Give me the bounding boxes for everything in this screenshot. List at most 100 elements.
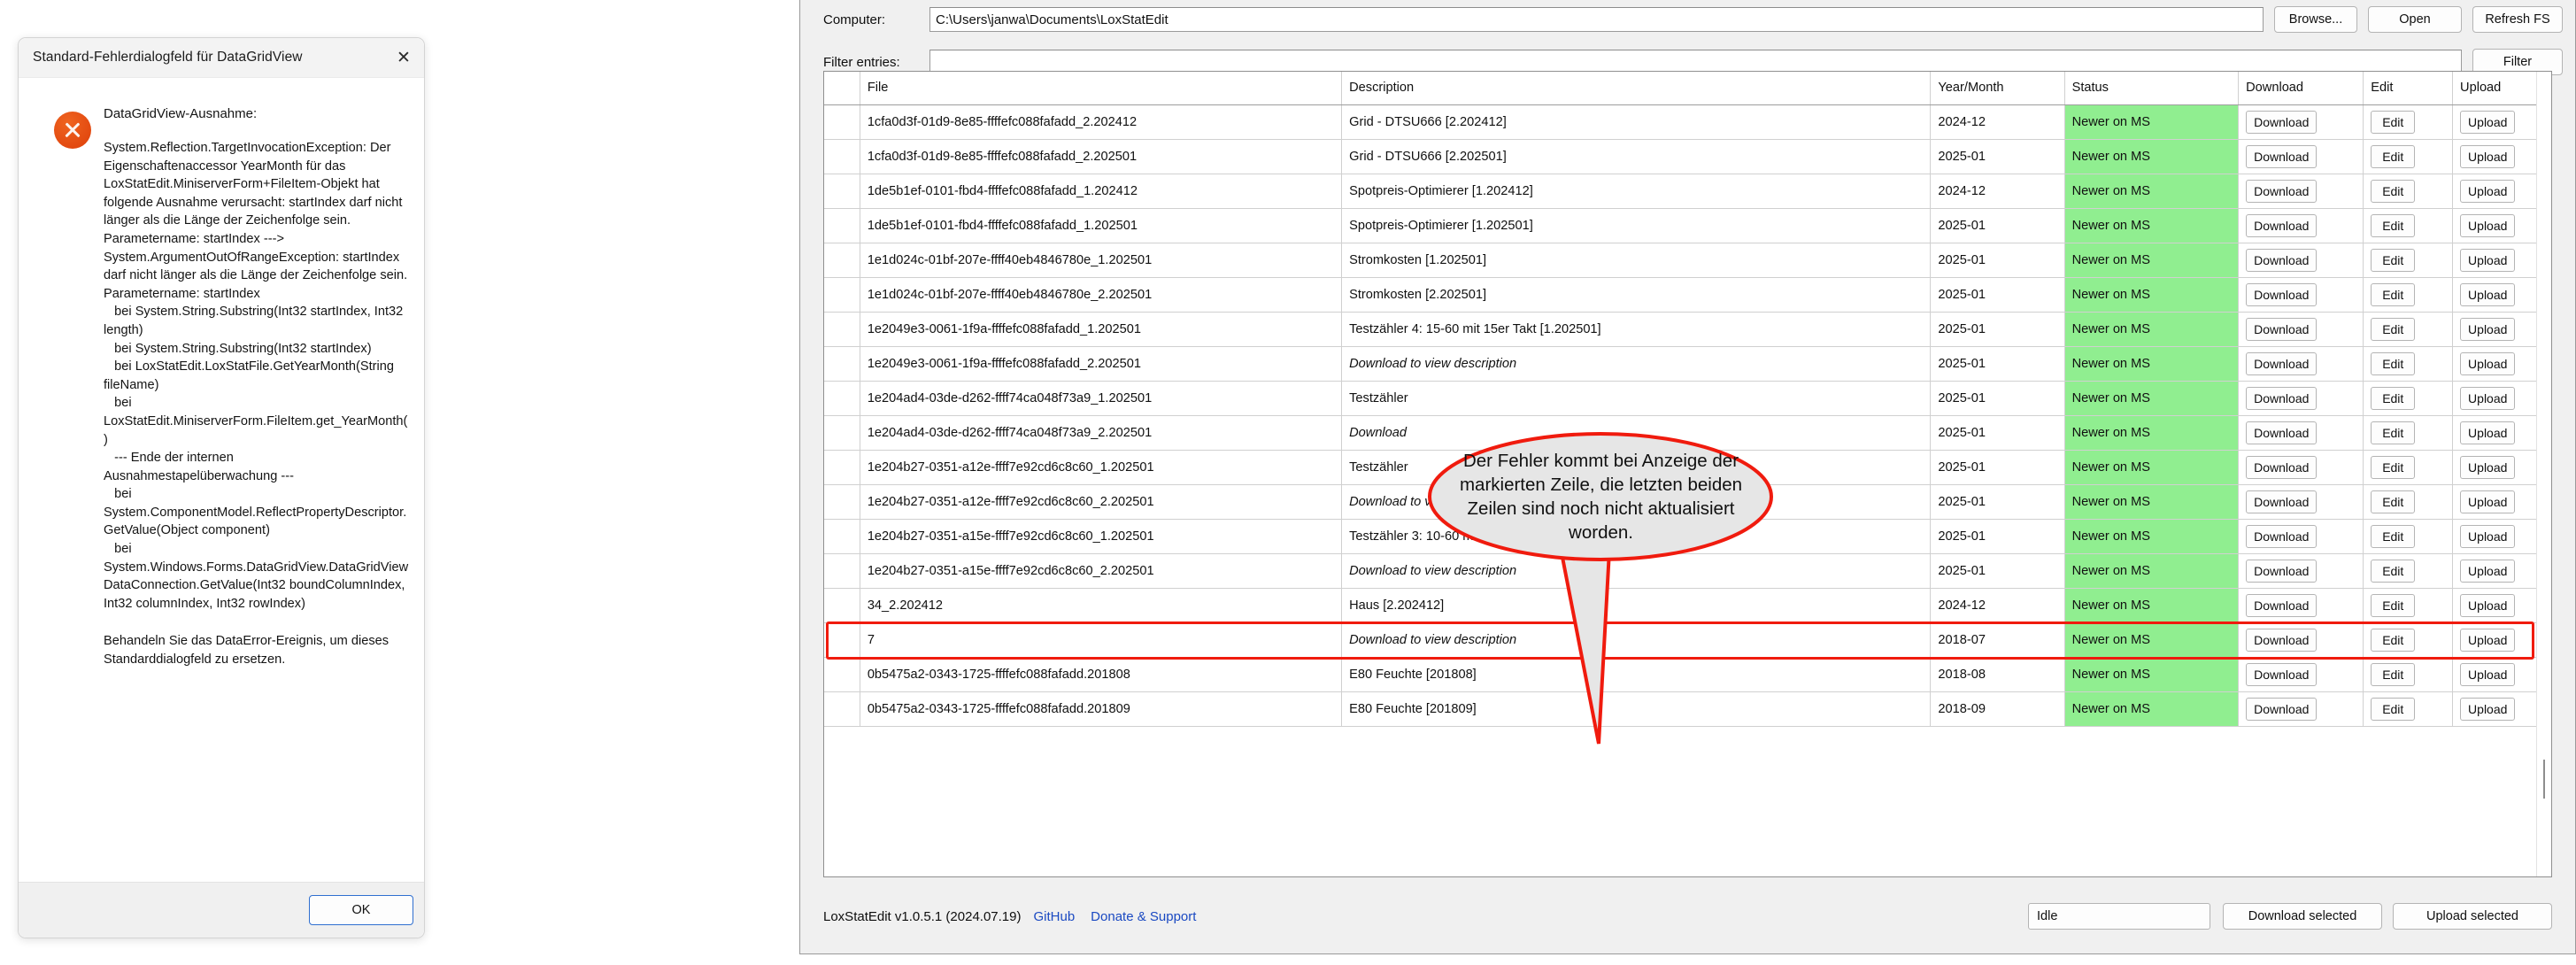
table-row[interactable]: 1e204b27-0351-a12e-ffff7e92cd6c8c60_2.20… bbox=[824, 484, 2551, 520]
cell-file[interactable]: 1e204ad4-03de-d262-ffff74ca048f73a9_1.20… bbox=[860, 381, 1343, 416]
table-row[interactable]: 34_2.202412 Haus [2.202412] 2024-12 Newer o… bbox=[824, 588, 2551, 623]
edit-button[interactable]: Edit bbox=[2371, 179, 2416, 203]
cell-year-month[interactable]: 2025-01 bbox=[1930, 139, 2065, 174]
edit-button[interactable]: Edit bbox=[2371, 248, 2416, 272]
edit-button[interactable]: Edit bbox=[2371, 282, 2416, 306]
cell-file[interactable]: 1de5b1ef-0101-fbd4-ffffefc088fafadd_1.20… bbox=[860, 174, 1343, 209]
row-select-cell[interactable] bbox=[824, 139, 860, 174]
cell-description[interactable]: Grid - DTSU666 [2.202501] bbox=[1341, 139, 1932, 174]
row-select-cell[interactable] bbox=[824, 450, 860, 485]
row-select-cell[interactable] bbox=[824, 622, 860, 658]
cell-year-month[interactable]: 2024-12 bbox=[1930, 174, 2065, 209]
edit-button[interactable]: Edit bbox=[2371, 593, 2416, 617]
cell-year-month[interactable]: 2025-01 bbox=[1930, 484, 2065, 520]
edit-button[interactable]: Edit bbox=[2371, 455, 2416, 479]
row-select-cell[interactable] bbox=[824, 243, 860, 278]
download-button[interactable]: Download bbox=[2246, 351, 2318, 375]
download-button[interactable]: Download bbox=[2246, 628, 2318, 652]
cell-year-month[interactable]: 2025-01 bbox=[1930, 346, 2065, 382]
download-button[interactable]: Download bbox=[2246, 455, 2318, 479]
cell-description[interactable]: Download to view de bbox=[1341, 484, 1932, 520]
download-button[interactable]: Download bbox=[2246, 662, 2318, 686]
cell-year-month[interactable]: 2024-12 bbox=[1930, 104, 2065, 140]
upload-button[interactable]: Upload bbox=[2460, 421, 2516, 444]
cell-description[interactable]: Stromkosten [2.202501] bbox=[1341, 277, 1932, 313]
row-select-cell[interactable] bbox=[824, 657, 860, 692]
edit-button[interactable]: Edit bbox=[2371, 490, 2416, 513]
cell-file[interactable]: 1e204ad4-03de-d262-ffff74ca048f73a9_2.20… bbox=[860, 415, 1343, 451]
computer-path-input[interactable]: C:\Users\janwa\Documents\LoxStatEdit bbox=[929, 7, 2264, 32]
edit-button[interactable]: Edit bbox=[2371, 351, 2416, 375]
download-button[interactable]: Download bbox=[2246, 110, 2318, 134]
row-select-cell[interactable] bbox=[824, 519, 860, 554]
row-select-cell[interactable] bbox=[824, 588, 860, 623]
download-button[interactable]: Download bbox=[2246, 524, 2318, 548]
browse-button[interactable]: Browse... bbox=[2274, 6, 2357, 33]
row-select-cell[interactable] bbox=[824, 208, 860, 243]
table-row[interactable]: 0b5475a2-0343-1725-ffffefc088fafadd.2018… bbox=[824, 691, 2551, 727]
upload-button[interactable]: Upload bbox=[2460, 179, 2516, 203]
edit-button[interactable]: Edit bbox=[2371, 697, 2416, 721]
download-button[interactable]: Download bbox=[2246, 490, 2318, 513]
cell-year-month[interactable]: 2025-01 bbox=[1930, 415, 2065, 451]
upload-button[interactable]: Upload bbox=[2460, 628, 2516, 652]
cell-file[interactable]: 34_2.202412 bbox=[860, 588, 1343, 623]
table-row[interactable]: 1e204b27-0351-a15e-ffff7e92cd6c8c60_1.20… bbox=[824, 519, 2551, 554]
cell-description[interactable]: Spotpreis-Optimierer [1.202501] bbox=[1341, 208, 1932, 243]
cell-file[interactable]: 1e204b27-0351-a12e-ffff7e92cd6c8c60_1.20… bbox=[860, 450, 1343, 485]
edit-button[interactable]: Edit bbox=[2371, 628, 2416, 652]
cell-year-month[interactable]: 2025-01 bbox=[1930, 312, 2065, 347]
edit-button[interactable]: Edit bbox=[2371, 386, 2416, 410]
upload-selected-button[interactable]: Upload selected bbox=[2393, 903, 2552, 930]
col-file[interactable]: File bbox=[860, 72, 1343, 105]
file-grid[interactable]: File Description Year/Month Status Downl… bbox=[823, 71, 2552, 877]
edit-button[interactable]: Edit bbox=[2371, 524, 2416, 548]
edit-button[interactable]: Edit bbox=[2371, 421, 2416, 444]
row-select-cell[interactable] bbox=[824, 346, 860, 382]
edit-button[interactable]: Edit bbox=[2371, 213, 2416, 237]
col-description[interactable]: Description bbox=[1341, 72, 1932, 105]
download-button[interactable]: Download bbox=[2246, 179, 2318, 203]
row-select-cell[interactable] bbox=[824, 381, 860, 416]
cell-file[interactable]: 0b5475a2-0343-1725-ffffefc088fafadd.2018… bbox=[860, 691, 1343, 727]
cell-year-month[interactable]: 2025-01 bbox=[1930, 519, 2065, 554]
upload-button[interactable]: Upload bbox=[2460, 490, 2516, 513]
open-button[interactable]: Open bbox=[2368, 6, 2462, 33]
row-select-cell[interactable] bbox=[824, 104, 860, 140]
cell-description[interactable]: Testzähler bbox=[1341, 381, 1932, 416]
download-button[interactable]: Download bbox=[2246, 248, 2318, 272]
download-button[interactable]: Download bbox=[2246, 282, 2318, 306]
upload-button[interactable]: Upload bbox=[2460, 317, 2516, 341]
table-row[interactable]: 1e1d024c-01bf-207e-ffff40eb4846780e_2.20… bbox=[824, 277, 2551, 313]
table-row[interactable]: 1de5b1ef-0101-fbd4-ffffefc088fafadd_1.20… bbox=[824, 208, 2551, 243]
close-icon[interactable]: ✕ bbox=[385, 39, 422, 77]
table-row[interactable]: 1cfa0d3f-01d9-8e85-ffffefc088fafadd_2.20… bbox=[824, 139, 2551, 174]
download-button[interactable]: Download bbox=[2246, 144, 2318, 168]
row-select-cell[interactable] bbox=[824, 691, 860, 727]
table-row[interactable]: 1e204ad4-03de-d262-ffff74ca048f73a9_2.20… bbox=[824, 415, 2551, 451]
cell-year-month[interactable]: 2018-09 bbox=[1930, 691, 2065, 727]
cell-year-month[interactable]: 2018-08 bbox=[1930, 657, 2065, 692]
cell-file[interactable]: 1e1d024c-01bf-207e-ffff40eb4846780e_2.20… bbox=[860, 277, 1343, 313]
download-button[interactable]: Download bbox=[2246, 213, 2318, 237]
cell-file[interactable]: 1cfa0d3f-01d9-8e85-ffffefc088fafadd_2.20… bbox=[860, 104, 1343, 140]
cell-description[interactable]: Download to view description bbox=[1341, 346, 1932, 382]
col-status[interactable]: Status bbox=[2064, 72, 2240, 105]
github-link[interactable]: GitHub bbox=[1033, 909, 1075, 924]
cell-description[interactable]: Testzähler bbox=[1341, 450, 1932, 485]
table-row[interactable]: 1e204ad4-03de-d262-ffff74ca048f73a9_1.20… bbox=[824, 381, 2551, 416]
cell-description[interactable]: E80 Feuchte [201809] bbox=[1341, 691, 1932, 727]
cell-description[interactable]: Stromkosten [1.202501] bbox=[1341, 243, 1932, 278]
cell-year-month[interactable]: 2025-01 bbox=[1930, 208, 2065, 243]
cell-file[interactable]: 1e204b27-0351-a12e-ffff7e92cd6c8c60_2.20… bbox=[860, 484, 1343, 520]
table-row[interactable]: 1cfa0d3f-01d9-8e85-ffffefc088fafadd_2.20… bbox=[824, 104, 2551, 140]
upload-button[interactable]: Upload bbox=[2460, 697, 2516, 721]
upload-button[interactable]: Upload bbox=[2460, 282, 2516, 306]
donate-link[interactable]: Donate & Support bbox=[1091, 909, 1196, 924]
col-select[interactable] bbox=[824, 72, 860, 105]
cell-file[interactable]: 1e204b27-0351-a15e-ffff7e92cd6c8c60_2.20… bbox=[860, 553, 1343, 589]
edit-button[interactable]: Edit bbox=[2371, 110, 2416, 134]
table-row[interactable]: 1e2049e3-0061-1f9a-ffffefc088fafadd_1.20… bbox=[824, 312, 2551, 347]
cell-description[interactable]: Download to view description bbox=[1341, 622, 1932, 658]
row-select-cell[interactable] bbox=[824, 174, 860, 209]
